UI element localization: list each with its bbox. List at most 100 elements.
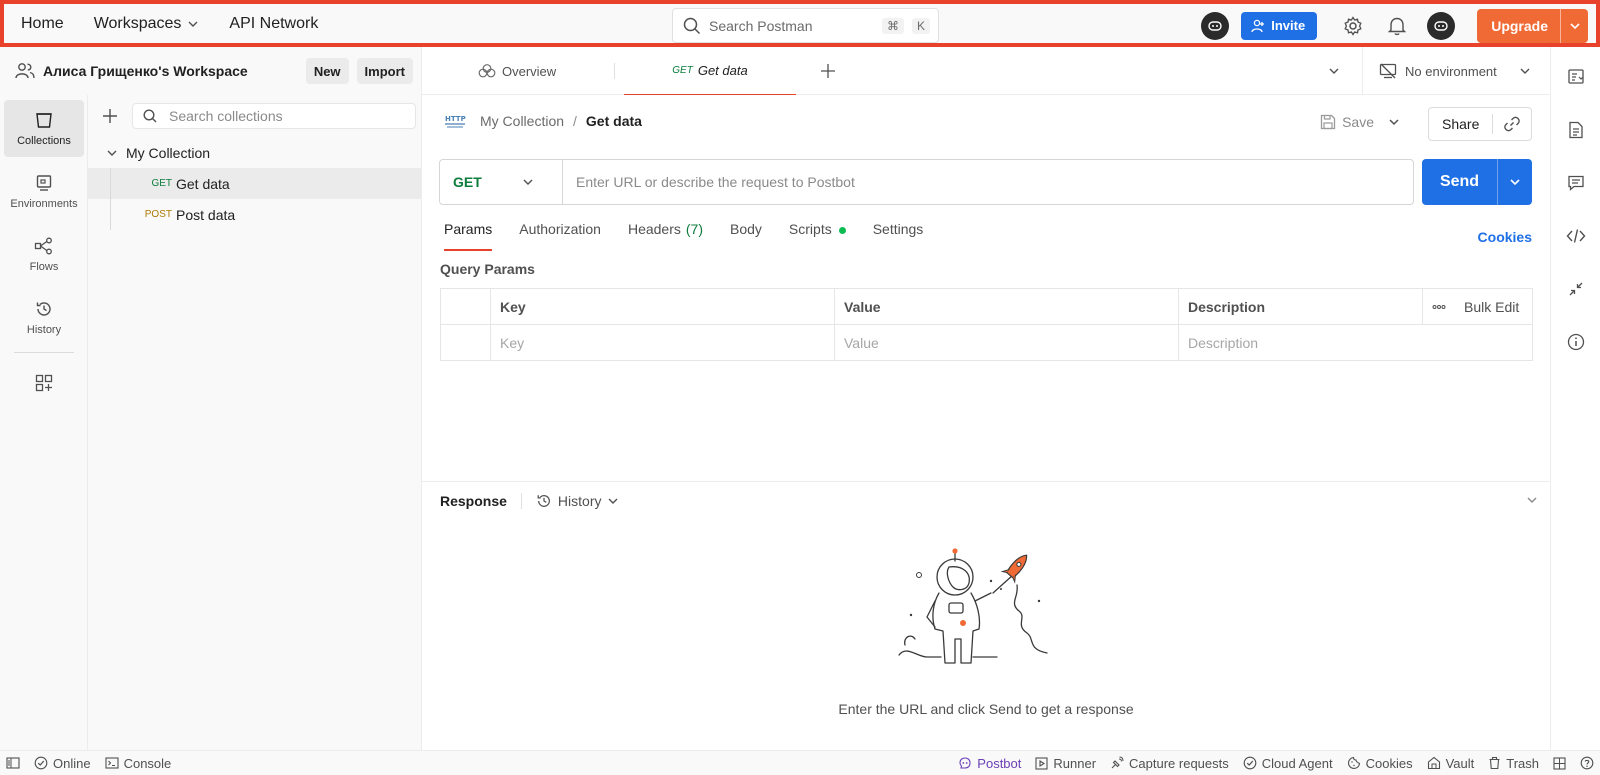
right-rail-info-doc[interactable] <box>1560 114 1592 146</box>
cookies-button[interactable]: Cookies <box>1347 756 1413 771</box>
tab-headers[interactable]: Headers (7) <box>628 221 703 251</box>
cookies-link[interactable]: Cookies <box>1478 229 1532 245</box>
breadcrumb-request-name[interactable]: Get data <box>586 113 642 129</box>
nav-api-network[interactable]: API Network <box>229 15 318 33</box>
method-select[interactable]: GET <box>440 160 563 204</box>
nav-home-label: Home <box>21 14 64 32</box>
right-rail-docs[interactable] <box>1560 61 1592 93</box>
capture-requests-button[interactable]: Capture requests <box>1110 756 1229 771</box>
nav-home[interactable]: Home <box>21 15 64 33</box>
trash-button[interactable]: Trash <box>1488 756 1539 771</box>
chevron-down-icon[interactable] <box>1388 116 1400 128</box>
vault-button[interactable]: Vault <box>1427 756 1474 771</box>
right-rail-related[interactable] <box>1560 273 1592 305</box>
tab-overview[interactable]: Overview <box>478 47 556 95</box>
nav-workspaces[interactable]: Workspaces <box>94 15 200 33</box>
status-bar-right: Postbot Runner Capture requests Cloud Ag… <box>958 751 1594 775</box>
bulk-edit-button[interactable]: Bulk Edit <box>1432 299 1532 315</box>
runner-label: Runner <box>1053 755 1097 771</box>
chevron-down-icon[interactable] <box>1560 8 1588 43</box>
chevron-down-icon[interactable] <box>1526 494 1538 506</box>
status-bar: Online Console Postbot Runner Capture re… <box>0 750 1600 775</box>
request-name: Get data <box>176 175 230 192</box>
tab-params-label: Params <box>444 221 493 237</box>
upgrade-button[interactable]: Upgrade <box>1477 8 1588 43</box>
tab-params[interactable]: Params <box>444 221 493 251</box>
right-rail-info[interactable] <box>1560 326 1592 358</box>
row-checkbox-cell <box>440 324 491 361</box>
user-avatar[interactable] <box>1425 10 1457 42</box>
description-input[interactable]: Description <box>1178 324 1533 361</box>
key-input[interactable]: Key <box>490 324 835 361</box>
plus-icon[interactable] <box>102 108 118 124</box>
tab-body[interactable]: Body <box>730 221 762 251</box>
capture-requests-label: Capture requests <box>1129 755 1229 771</box>
tab-authorization-label: Authorization <box>519 221 601 237</box>
layout-toggle-button[interactable] <box>1553 756 1566 770</box>
method-badge: POST <box>144 209 172 220</box>
environment-selector[interactable]: No environment <box>1362 47 1550 95</box>
rail-item-collections[interactable]: Collections <box>4 100 84 157</box>
send-button[interactable]: Send <box>1422 159 1532 205</box>
settings-button[interactable] <box>1337 10 1369 42</box>
import-button[interactable]: Import <box>356 58 413 84</box>
collections-search-placeholder: Search collections <box>169 108 283 124</box>
save-button[interactable]: Save <box>1320 109 1400 135</box>
tab-divider <box>614 63 615 79</box>
online-status[interactable]: Online <box>34 756 91 771</box>
new-button[interactable]: New <box>305 58 349 84</box>
environments-icon <box>35 174 53 192</box>
sidebar-toolbar: Search collections <box>88 95 421 137</box>
url-input[interactable] <box>563 160 1413 204</box>
tab-get-data[interactable]: GET Get data <box>624 47 796 96</box>
right-rail-code[interactable] <box>1560 220 1592 252</box>
invite-button[interactable]: Invite <box>1241 11 1318 40</box>
postbot-label: Postbot <box>977 755 1022 771</box>
notifications-button[interactable] <box>1381 10 1413 42</box>
comment-icon <box>1567 174 1585 192</box>
request-item-get-data[interactable]: GET Get data <box>88 168 421 199</box>
response-history-dropdown[interactable]: History <box>536 493 620 509</box>
collection-item[interactable]: My Collection <box>88 137 421 168</box>
help-icon <box>1580 756 1594 770</box>
global-search[interactable]: Search Postman ⌘ K <box>672 8 939 43</box>
rail-divider <box>14 352 74 353</box>
rail-item-environments[interactable]: Environments <box>4 163 84 220</box>
breadcrumb-separator: / <box>573 113 577 129</box>
chevron-down-icon[interactable] <box>1497 159 1532 205</box>
new-tab-button[interactable] <box>820 47 836 95</box>
link-icon[interactable] <box>1503 115 1521 133</box>
request-item-post-data[interactable]: POST Post data <box>88 199 421 230</box>
rail-item-flows[interactable]: Flows <box>4 226 84 283</box>
postbot-avatar[interactable] <box>1199 10 1231 42</box>
tab-settings[interactable]: Settings <box>873 221 924 251</box>
rail-item-label: Environments <box>10 197 78 210</box>
toggle-sidebar-button[interactable] <box>6 757 20 769</box>
apps-add-icon <box>35 374 53 392</box>
collections-search-input[interactable]: Search collections <box>132 103 416 129</box>
postbot-button[interactable]: Postbot <box>958 756 1021 771</box>
rail-item-label: History <box>26 323 62 336</box>
team-icon <box>15 62 35 80</box>
tabs-overflow-button[interactable] <box>1328 47 1340 95</box>
top-right-actions: Invite Upgrade <box>1199 8 1588 43</box>
online-label: Online <box>53 755 91 771</box>
rail-item-history[interactable]: History <box>4 289 84 346</box>
chevron-down-icon <box>1328 65 1340 77</box>
runner-button[interactable]: Runner <box>1035 756 1096 771</box>
chevron-down-icon[interactable] <box>106 147 118 159</box>
http-icon: HTTP <box>444 112 466 130</box>
tab-authorization[interactable]: Authorization <box>519 221 601 251</box>
cloud-agent-button[interactable]: Cloud Agent <box>1243 756 1333 771</box>
share-button[interactable]: Share <box>1429 114 1494 134</box>
help-button[interactable] <box>1580 756 1594 770</box>
right-rail-comments[interactable] <box>1560 167 1592 199</box>
rail-item-configure[interactable] <box>4 363 84 403</box>
chevron-down-icon <box>1519 65 1531 77</box>
value-input[interactable]: Value <box>834 324 1179 361</box>
console-button[interactable]: Console <box>105 756 171 771</box>
method-badge: GET <box>151 178 172 189</box>
more-icon[interactable] <box>1432 304 1446 310</box>
breadcrumb-collection[interactable]: My Collection <box>480 113 564 129</box>
tab-scripts[interactable]: Scripts <box>789 221 846 251</box>
